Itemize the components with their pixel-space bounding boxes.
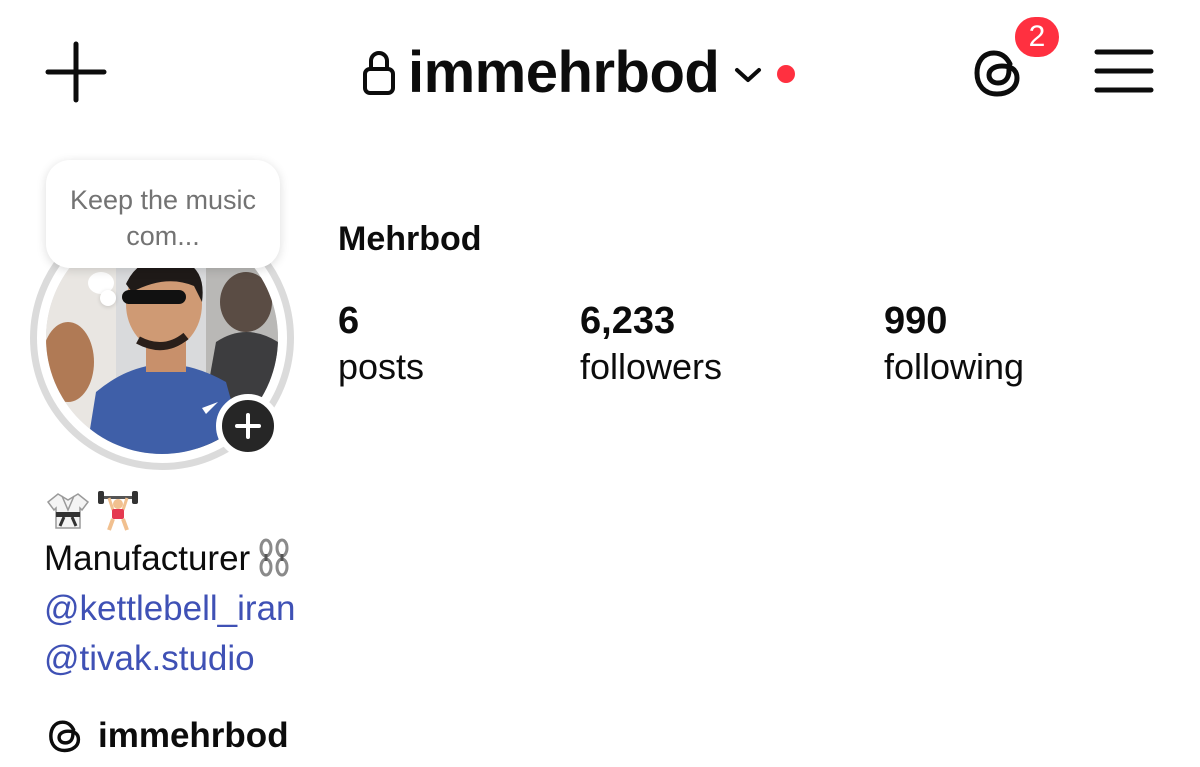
weightlifter-emoji xyxy=(98,491,138,531)
karate-uniform-emoji xyxy=(46,493,90,529)
mention-link-tivak[interactable]: @tivak.studio xyxy=(44,636,255,682)
menu-icon xyxy=(1094,49,1154,93)
chevron-down-icon xyxy=(735,68,762,82)
bio-emoji-row xyxy=(46,486,140,534)
display-name: Mehrbod xyxy=(338,220,482,258)
posts-count[interactable]: 6 posts xyxy=(338,298,424,390)
note-bubble-tail-dot xyxy=(100,290,116,306)
stat-label: followers xyxy=(580,346,723,387)
menu-button[interactable] xyxy=(1094,46,1154,96)
bio-line-text: Manufacturer xyxy=(44,539,251,578)
notification-badge: 2 xyxy=(1012,14,1062,60)
note-bubble[interactable]: Keep the music com... xyxy=(46,160,280,268)
threads-profile-link[interactable]: immehrbod xyxy=(46,716,289,756)
threads-icon xyxy=(49,720,81,753)
stat-label: following xyxy=(884,346,1025,387)
chain-emoji xyxy=(259,538,289,577)
username-title: immehrbod xyxy=(408,40,720,105)
create-button[interactable] xyxy=(44,40,108,104)
stat-value: 6,233 xyxy=(580,300,676,342)
add-story-button[interactable] xyxy=(216,394,280,458)
plus-icon xyxy=(45,41,107,103)
stat-value: 990 xyxy=(884,300,948,342)
new-activity-dot xyxy=(777,65,796,83)
add-story-icon xyxy=(235,413,261,439)
mention-link-kettlebell[interactable]: @kettlebell_iran xyxy=(44,586,296,632)
account-switcher[interactable]: immehrbod xyxy=(362,38,796,108)
lock-icon xyxy=(363,51,395,95)
stat-value: 6 xyxy=(338,300,360,342)
note-text: Keep the music com... xyxy=(69,185,257,251)
bio-text: Manufacturer xyxy=(44,536,294,582)
stat-label: posts xyxy=(338,346,425,387)
threads-handle: immehrbod xyxy=(98,716,289,755)
followers-count[interactable]: 6,233 followers xyxy=(580,298,722,390)
following-count[interactable]: 990 following xyxy=(884,298,1024,390)
